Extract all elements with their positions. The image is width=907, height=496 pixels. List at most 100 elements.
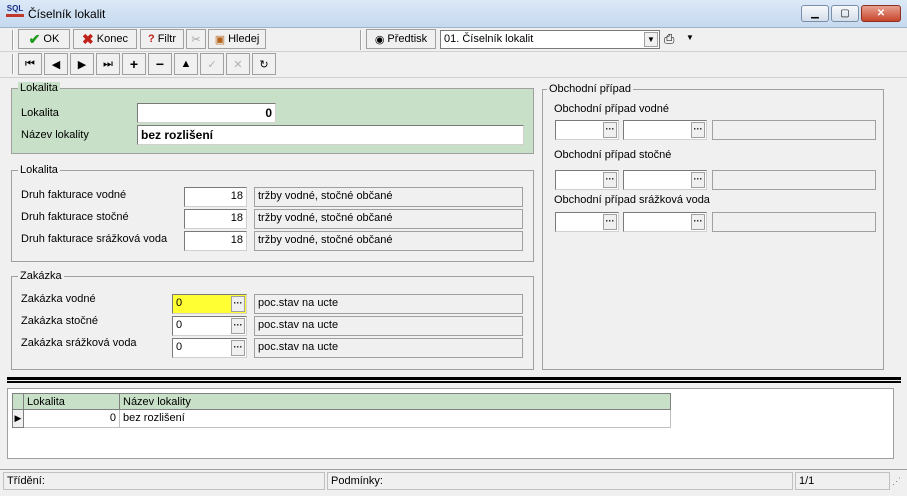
prev-record-icon[interactable]: ◀ [44, 53, 68, 75]
status-bar: Třídění: Podmínky: 1/1 ⋰ [0, 469, 907, 491]
zakazka-stocne-input[interactable]: 0 ··· [172, 316, 247, 336]
next-record-icon[interactable]: ▶ [70, 53, 94, 75]
druh-fakturace-stocne-desc: tržby vodné, stočné občané [254, 209, 523, 229]
binoculars-icon: ▣ [214, 33, 226, 46]
ellipsis-icon[interactable]: ··· [603, 214, 617, 230]
nazev-lokality-input[interactable]: bez rozlišení [137, 125, 524, 145]
toolbar-divider [0, 77, 907, 78]
zakazka-stocne-value: 0 [176, 319, 183, 331]
obchodni-pripad-group-title: Obchodní případ [547, 83, 633, 95]
hledej-button[interactable]: ▣ Hledej [208, 29, 266, 49]
zakazka-vodne-label: Zakázka vodné [21, 293, 96, 305]
obchodni-pripad-srazkova-label: Obchodní případ srážková voda [554, 194, 710, 206]
delete-record-icon[interactable]: − [148, 53, 172, 75]
ok-button[interactable]: ✔ OK [18, 29, 70, 49]
predtisk-button-label: Předtisk [387, 33, 428, 45]
eye-printer-icon: ◉ [374, 33, 385, 46]
lokality-grid: Lokalita Název lokality ▶ 0 bez rozlišen… [7, 388, 894, 459]
report-select[interactable]: 01. Číselník lokalit ▼ [440, 30, 660, 49]
zakazka-vodne-input[interactable]: 0 ··· [172, 294, 247, 314]
ellipsis-icon[interactable]: ··· [691, 214, 705, 230]
fakturace-group-title: Lokalita [18, 164, 60, 176]
edit-record-icon[interactable]: ▲ [174, 53, 198, 75]
minimize-icon[interactable]: ▁ [801, 5, 829, 22]
konec-button[interactable]: ✖ Konec [73, 29, 137, 49]
cross-icon: ✖ [82, 30, 94, 47]
zakazka-srazkova-label: Zakázka srážková voda [21, 337, 137, 349]
obchodni-pripad-stocne-input-2[interactable]: ··· [623, 170, 707, 190]
title-bar: SQL Číselník lokalit ▁ ▢ ✕ [0, 0, 907, 28]
window-title: Číselník lokalit [28, 7, 106, 21]
zakazka-srazkova-desc: poc.stav na ucte [254, 338, 523, 358]
app-logo-icon: SQL [6, 5, 24, 23]
status-podminky: Podmínky: [327, 472, 793, 490]
grid-cell-lokalita[interactable]: 0 [24, 410, 120, 428]
refresh-icon[interactable]: ↻ [252, 53, 276, 75]
filtr-button[interactable]: ? Filtr [140, 29, 184, 49]
obchodni-pripad-srazkova-desc [712, 212, 876, 232]
grid-cell-nazev[interactable]: bez rozlišení [120, 410, 671, 428]
zakazka-srazkova-value: 0 [176, 341, 183, 353]
zakazka-vodne-value: 0 [176, 297, 183, 309]
obchodni-pripad-srazkova-input-2[interactable]: ··· [623, 212, 707, 232]
filtr-button-label: Filtr [157, 33, 177, 45]
close-icon[interactable]: ✕ [861, 5, 901, 22]
zakazka-group-title: Zakázka [18, 270, 64, 282]
last-record-icon[interactable]: ⏭ [96, 53, 120, 75]
druh-fakturace-srazkova-label: Druh fakturace srážková voda [21, 233, 168, 245]
grid-header-nazev[interactable]: Název lokality [120, 393, 671, 410]
obchodni-pripad-vodne-input-1[interactable]: ··· [555, 120, 619, 140]
obchodni-pripad-vodne-input-2[interactable]: ··· [623, 120, 707, 140]
druh-fakturace-vodne-desc: tržby vodné, stočné občané [254, 187, 523, 207]
druh-fakturace-stocne-label: Druh fakturace stočné [21, 211, 129, 223]
chevron-down-icon[interactable]: ▼ [644, 32, 658, 47]
status-page: 1/1 [795, 472, 890, 490]
druh-fakturace-vodne-input[interactable]: 18 [184, 187, 247, 207]
grid-corner [12, 393, 24, 410]
printer-dropdown-icon[interactable]: ▼ [686, 33, 694, 42]
obchodni-pripad-group: Obchodní případ Obchodní případ vodné ··… [542, 83, 884, 370]
hledej-button-label: Hledej [228, 33, 260, 45]
druh-fakturace-srazkova-input[interactable]: 18 [184, 231, 247, 251]
toolbar-separator [360, 30, 362, 50]
obchodni-pripad-srazkova-input-1[interactable]: ··· [555, 212, 619, 232]
splitter[interactable] [7, 377, 901, 383]
zakazka-srazkova-input[interactable]: 0 ··· [172, 338, 247, 358]
grid-header-lokalita[interactable]: Lokalita [24, 393, 120, 410]
main-toolbar: ✔ OK ✖ Konec ? Filtr ✂ ▣ Hledej ◉ Předti… [0, 28, 907, 52]
ok-button-label: OK [43, 33, 60, 45]
cancel-record-icon: ✕ [226, 53, 250, 75]
scissors-icon: ✂ [191, 33, 201, 46]
status-trideni: Třídění: [3, 472, 325, 490]
lokalita-group-title: Lokalita [18, 82, 60, 94]
druh-fakturace-vodne-label: Druh fakturace vodné [21, 189, 127, 201]
add-record-icon[interactable]: + [122, 53, 146, 75]
ellipsis-icon[interactable]: ··· [603, 122, 617, 138]
ellipsis-icon[interactable]: ··· [231, 340, 245, 356]
question-icon: ? [147, 33, 155, 45]
obchodni-pripad-stocne-label: Obchodní případ stočné [554, 149, 672, 161]
toolbar-separator [12, 30, 14, 50]
ellipsis-icon[interactable]: ··· [231, 296, 245, 312]
report-select-value: 01. Číselník lokalit [444, 33, 534, 45]
druh-fakturace-srazkova-desc: tržby vodné, stočné občané [254, 231, 523, 251]
ellipsis-icon[interactable]: ··· [691, 172, 705, 188]
ellipsis-icon[interactable]: ··· [231, 318, 245, 334]
row-indicator-icon: ▶ [12, 410, 24, 428]
maximize-icon[interactable]: ▢ [831, 5, 859, 22]
druh-fakturace-stocne-input[interactable]: 18 [184, 209, 247, 229]
first-record-icon[interactable]: ⏮ [18, 53, 42, 75]
zakazka-stocne-desc: poc.stav na ucte [254, 316, 523, 336]
obchodni-pripad-stocne-input-1[interactable]: ··· [555, 170, 619, 190]
fakturace-group: Lokalita Druh fakturace vodné 18 tržby v… [11, 164, 534, 262]
obchodni-pripad-stocne-desc [712, 170, 876, 190]
resize-grip-icon[interactable]: ⋰ [892, 476, 904, 490]
lokalita-label: Lokalita [21, 107, 59, 119]
ellipsis-icon[interactable]: ··· [603, 172, 617, 188]
printer-icon[interactable]: ⎙ [664, 31, 682, 49]
predtisk-button[interactable]: ◉ Předtisk [366, 29, 436, 49]
obchodni-pripad-vodne-desc [712, 120, 876, 140]
lokalita-input[interactable]: 0 [137, 103, 276, 123]
obchodni-pripad-vodne-label: Obchodní případ vodné [554, 103, 669, 115]
ellipsis-icon[interactable]: ··· [691, 122, 705, 138]
